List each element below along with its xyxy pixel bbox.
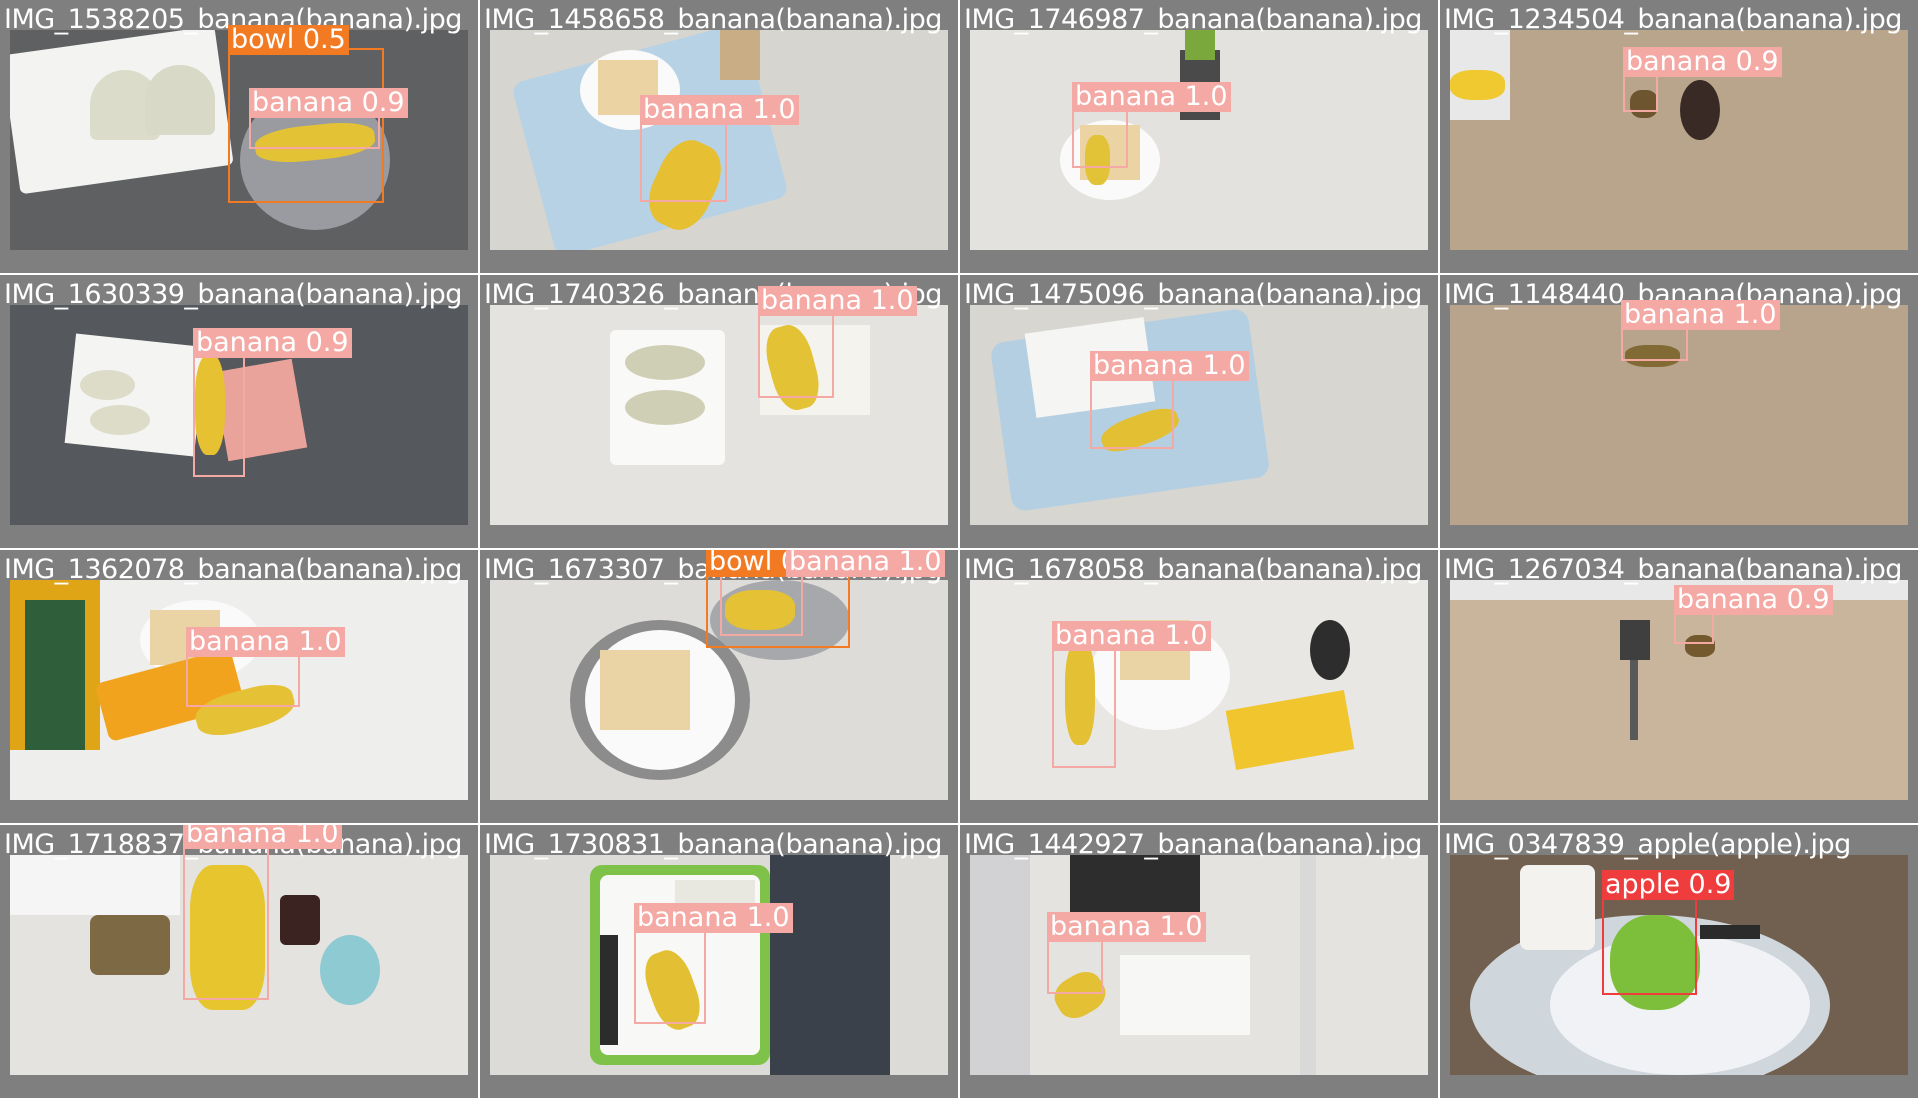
image-tile: IMG_1148440_banana(banana).jpg banana 1.… [1440,275,1920,550]
detection-label-banana: banana 1.0 [1072,82,1231,112]
filename-label: IMG_1442927_banana(banana).jpg [964,829,1422,860]
image-tile: IMG_1475096_banana(banana).jpg banana 1.… [960,275,1440,550]
bbox-banana [183,843,269,1000]
photo [490,305,948,525]
image-tile: IMG_1746987_banana(banana).jpg banana 1.… [960,0,1440,275]
detection-label-banana: banana 1.0 [1621,300,1780,330]
filename-label: IMG_1730831_banana(banana).jpg [484,829,942,860]
detection-label-banana: banana 1.0 [1090,351,1249,381]
bbox-banana [1072,106,1128,168]
image-tile: IMG_1673307_banana(banana).jpg bowl 0.3 … [480,550,960,825]
bbox-banana [1047,937,1103,994]
bbox-apple [1602,895,1697,995]
image-tile: IMG_1234504_banana(banana).jpg banana 0.… [1440,0,1920,275]
bbox-banana [1090,376,1174,449]
image-tile: IMG_1538205_banana(banana).jpg bowl 0.5 … [0,0,480,275]
image-tile: IMG_0347839_apple(apple).jpg apple 0.9 [1440,825,1920,1100]
detection-label-apple: apple 0.9 [1602,870,1735,900]
bbox-banana [186,652,300,707]
image-tile: IMG_1458658_banana(banana).jpg banana 1.… [480,0,960,275]
detection-label-banana: banana 1.0 [1047,912,1206,942]
filename-label: IMG_1630339_banana(banana).jpg [4,279,462,310]
filename-label: IMG_1362078_banana(banana).jpg [4,554,462,585]
bbox-banana [1621,325,1688,361]
filename-label: IMG_1475096_banana(banana).jpg [964,279,1422,310]
detection-label-banana: banana 1.0 [758,286,917,316]
filename-label: IMG_0347839_apple(apple).jpg [1444,829,1851,860]
photo [490,855,948,1075]
bbox-banana [758,310,834,398]
bbox-banana [1674,610,1714,644]
filename-label: IMG_1267034_banana(banana).jpg [1444,554,1902,585]
image-tile: IMG_1740326_banana(banana).jpg banana 1.… [480,275,960,550]
detection-label-bowl: bowl 0.5 [228,25,349,55]
filename-label: IMG_1234504_banana(banana).jpg [1444,4,1902,35]
detection-label-banana: banana 1.0 [786,550,945,577]
detection-label-banana: banana 1.0 [634,903,793,933]
bbox-banana [193,353,245,477]
detection-label-banana: banana 0.9 [249,88,408,118]
photo [970,855,1428,1075]
bbox-banana [634,928,706,1024]
bbox-banana [1623,72,1658,112]
bbox-banana [720,574,803,636]
filename-label: IMG_1678058_banana(banana).jpg [964,554,1422,585]
photo [970,305,1428,525]
image-tile: IMG_1678058_banana(banana).jpg banana 1.… [960,550,1440,825]
image-tile: IMG_1362078_banana(banana).jpg banana 1.… [0,550,480,825]
detection-label-banana: banana 0.9 [193,328,352,358]
detection-label-banana: banana 0.9 [1623,47,1782,77]
bbox-banana [640,120,727,202]
detection-label-banana: banana 0.9 [1674,585,1833,615]
image-tile: IMG_1730831_banana(banana).jpg banana 1.… [480,825,960,1100]
detection-label-banana: banana 1.0 [640,95,799,125]
filename-label: IMG_1746987_banana(banana).jpg [964,4,1422,35]
image-tile: IMG_1718837_banana(banana).jpg banana 1.… [0,825,480,1100]
photo [970,580,1428,800]
detection-label-banana: banana 1.0 [183,825,342,849]
image-tile: IMG_1442927_banana(banana).jpg banana 1.… [960,825,1440,1100]
bbox-banana [1052,646,1116,768]
image-tile: IMG_1267034_banana(banana).jpg banana 0.… [1440,550,1920,825]
image-tile: IMG_1630339_banana(banana).jpg banana 0.… [0,275,480,550]
photo [970,30,1428,250]
detection-results-grid: IMG_1538205_banana(banana).jpg bowl 0.5 … [0,0,1920,1100]
detection-label-banana: banana 1.0 [186,627,345,657]
detection-label-banana: banana 1.0 [1052,621,1211,651]
filename-label: IMG_1458658_banana(banana).jpg [484,4,942,35]
